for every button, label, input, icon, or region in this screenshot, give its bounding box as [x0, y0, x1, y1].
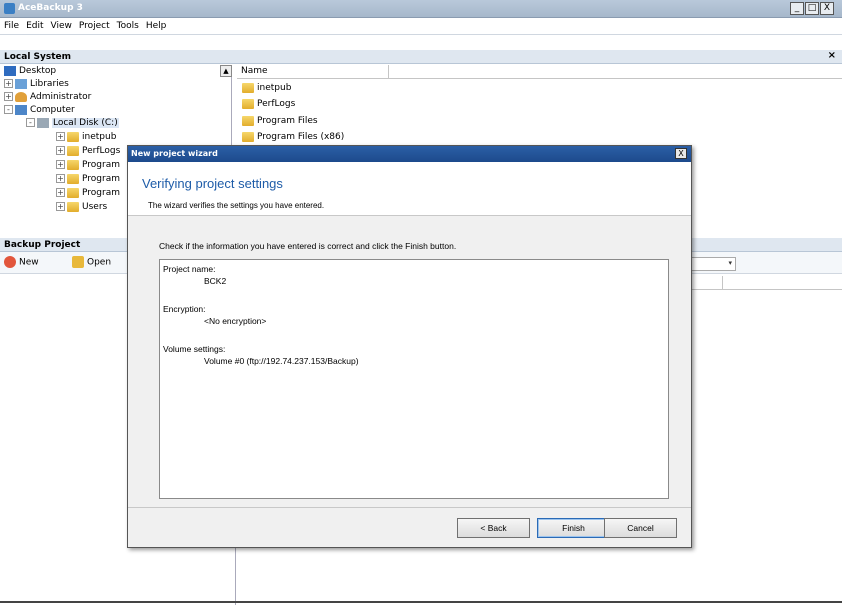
- open-folder-icon: [72, 256, 84, 268]
- new-project-wizard-dialog: New project wizard X Verifying project s…: [127, 145, 692, 548]
- dialog-close-button[interactable]: X: [675, 148, 687, 159]
- tree-item-inetpub[interactable]: + inetpub: [56, 131, 116, 144]
- menu-help[interactable]: Help: [142, 18, 170, 31]
- back-button[interactable]: < Back: [457, 518, 530, 538]
- tree-item-users[interactable]: + Users: [56, 201, 107, 214]
- settings-summary-box[interactable]: Project name: BCK2 Encryption: <No encry…: [159, 259, 669, 499]
- folder-icon: [67, 131, 79, 142]
- expand-icon[interactable]: +: [56, 202, 65, 211]
- user-icon: [15, 91, 27, 102]
- folder-icon: [242, 115, 254, 126]
- expand-icon[interactable]: +: [56, 146, 65, 155]
- folder-icon: [242, 98, 254, 109]
- folder-icon: [67, 201, 79, 212]
- list-item[interactable]: PerfLogs: [242, 98, 295, 111]
- expand-icon[interactable]: +: [56, 160, 65, 169]
- dialog-title: New project wizard: [131, 149, 218, 158]
- volume-settings-label: Volume settings:: [163, 344, 226, 354]
- project-name-value: BCK2: [204, 276, 227, 286]
- encryption-value: <No encryption>: [204, 316, 267, 326]
- chevron-down-icon: ▾: [728, 259, 732, 267]
- tree-item-program-2[interactable]: + Program: [56, 173, 120, 186]
- dialog-header-panel: Verifying project settings The wizard ve…: [128, 162, 691, 216]
- maximize-button[interactable]: □: [805, 2, 819, 15]
- folder-icon: [67, 145, 79, 156]
- tree-item-administrator[interactable]: + Administrator: [4, 91, 91, 104]
- local-system-title: Local System: [4, 52, 72, 62]
- expand-icon[interactable]: +: [56, 132, 65, 141]
- tree-item-desktop[interactable]: Desktop: [4, 65, 56, 78]
- wizard-instruction: Check if the information you have entere…: [159, 241, 457, 251]
- wizard-step-description: The wizard verifies the settings you hav…: [148, 201, 325, 210]
- menu-bar: File Edit View Project Tools Help: [0, 18, 842, 35]
- project-name-label: Project name:: [163, 264, 216, 274]
- cancel-button[interactable]: Cancel: [604, 518, 677, 538]
- column-divider[interactable]: [722, 276, 723, 290]
- tree-item-program-1[interactable]: + Program: [56, 159, 120, 172]
- list-item[interactable]: inetpub: [242, 82, 291, 95]
- list-item[interactable]: Program Files (x86): [242, 131, 344, 144]
- encryption-label: Encryption:: [163, 304, 206, 314]
- scroll-up-icon[interactable]: ▲: [220, 65, 232, 77]
- collapse-icon[interactable]: -: [4, 105, 13, 114]
- volume-settings-value: Volume #0 (ftp://192.74.237.153/Backup): [204, 356, 359, 366]
- tree-item-libraries[interactable]: + Libraries: [4, 78, 69, 91]
- close-panel-icon[interactable]: ×: [828, 50, 836, 61]
- minimize-button[interactable]: _: [790, 2, 804, 15]
- tree-item-local-disk[interactable]: - Local Disk (C:): [26, 117, 119, 130]
- collapse-icon[interactable]: -: [26, 118, 35, 127]
- folder-icon: [242, 131, 254, 142]
- expand-icon[interactable]: +: [56, 174, 65, 183]
- expand-icon[interactable]: +: [4, 79, 13, 88]
- local-system-header: Local System ×: [0, 50, 842, 64]
- folder-icon: [67, 159, 79, 170]
- menu-view[interactable]: View: [47, 18, 75, 31]
- close-button[interactable]: X: [820, 2, 834, 15]
- open-project-button[interactable]: Open: [72, 256, 111, 268]
- tree-item-computer[interactable]: - Computer: [4, 104, 75, 117]
- folder-icon: [242, 82, 254, 93]
- tree-item-perflogs[interactable]: + PerfLogs: [56, 145, 120, 158]
- desktop-icon: [4, 65, 16, 76]
- libraries-icon: [15, 78, 27, 89]
- window-title-bar: AceBackup 3 _ □ X: [0, 0, 842, 18]
- column-header-filler: [389, 65, 842, 79]
- menu-edit[interactable]: Edit: [22, 18, 46, 31]
- dialog-title-bar: New project wizard X: [128, 146, 691, 162]
- tree-item-program-3[interactable]: + Program: [56, 187, 120, 200]
- right-pane-header: [686, 276, 842, 290]
- wizard-step-heading: Verifying project settings: [142, 176, 283, 191]
- window-title: AceBackup 3: [18, 3, 83, 13]
- menu-tools[interactable]: Tools: [113, 18, 142, 31]
- new-icon: [4, 256, 16, 268]
- finish-button[interactable]: Finish: [537, 518, 610, 538]
- computer-icon: [15, 104, 27, 115]
- new-project-button[interactable]: New: [4, 256, 39, 268]
- folder-icon: [67, 173, 79, 184]
- menu-project[interactable]: Project: [75, 18, 113, 31]
- column-header-name[interactable]: Name: [237, 65, 389, 79]
- folder-icon: [67, 187, 79, 198]
- window-bottom-border: [0, 601, 842, 605]
- app-icon: [4, 3, 15, 14]
- list-item[interactable]: Program Files: [242, 115, 318, 128]
- expand-icon[interactable]: +: [56, 188, 65, 197]
- disk-icon: [37, 117, 49, 128]
- expand-icon[interactable]: +: [4, 92, 13, 101]
- backup-project-title: Backup Project: [4, 240, 81, 250]
- menu-file[interactable]: File: [0, 18, 22, 31]
- dialog-footer: < Back Finish Cancel: [128, 507, 691, 547]
- toolbar-dropdown[interactable]: ▾: [686, 257, 736, 271]
